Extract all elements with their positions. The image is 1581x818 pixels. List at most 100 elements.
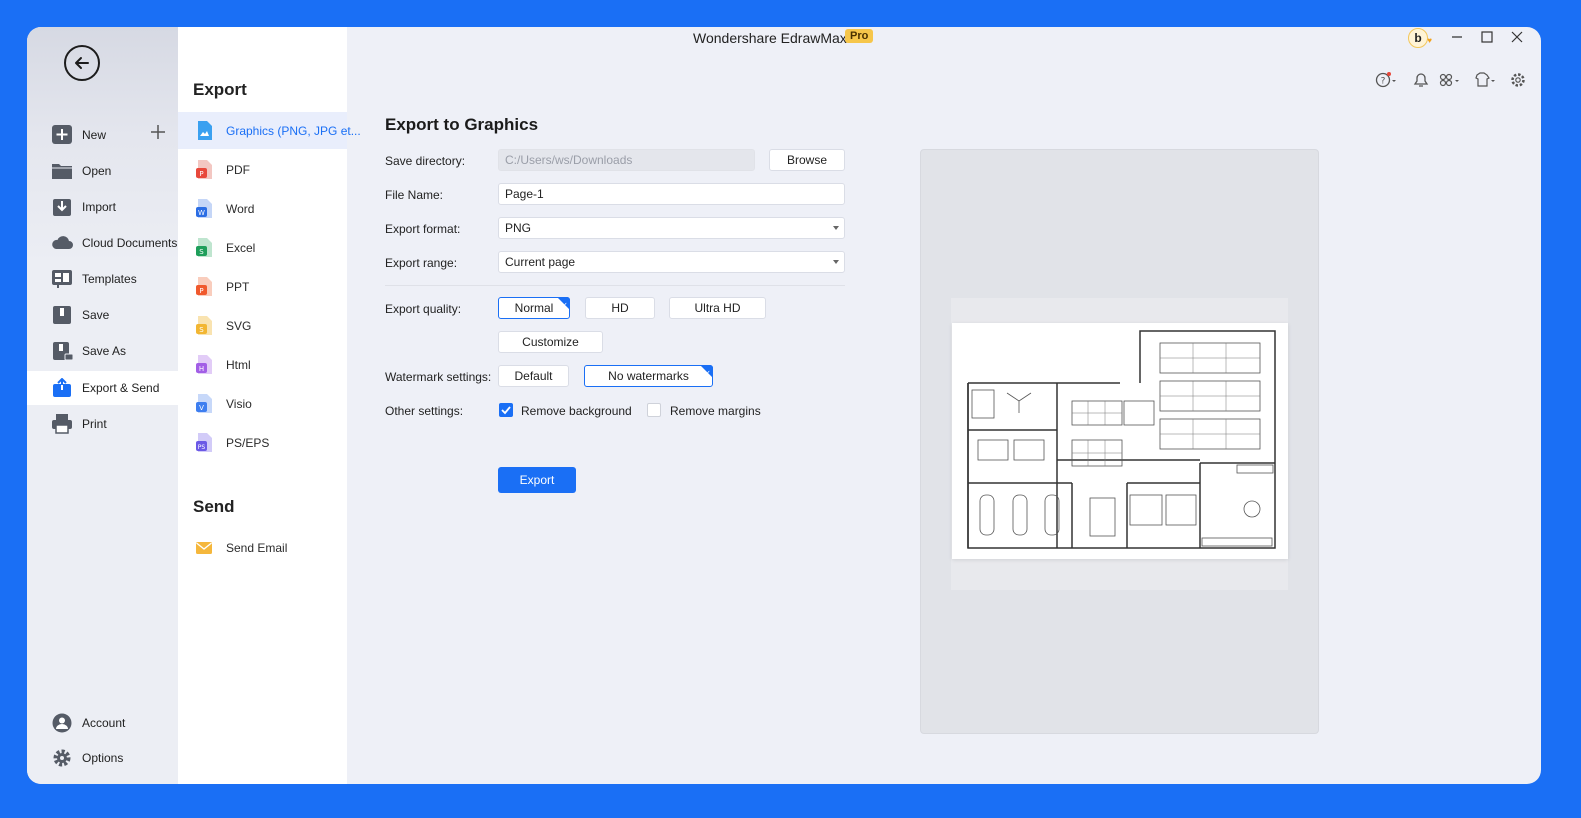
envelope-icon — [196, 542, 212, 554]
customize-button[interactable]: Customize — [498, 331, 603, 353]
avatar[interactable]: b ♥ — [1408, 28, 1432, 48]
no-watermarks-button[interactable]: No watermarks ✓ — [584, 365, 713, 387]
bell-icon[interactable] — [1410, 71, 1432, 89]
format-label: Graphics (PNG, JPG et... — [226, 124, 361, 138]
format-visio[interactable]: V Visio — [178, 385, 347, 422]
format-label: PPT — [226, 280, 250, 294]
format-svg[interactable]: S SVG — [178, 307, 347, 344]
check-icon: ✓ — [704, 369, 711, 378]
format-ppt[interactable]: P PPT — [178, 268, 347, 305]
app-window: New Open Import Cloud Documents Template… — [27, 27, 1541, 784]
export-heading: Export — [193, 80, 247, 99]
pro-badge: Pro — [845, 29, 874, 43]
remove-margins-label: Remove margins — [670, 404, 761, 418]
format-graphics[interactable]: Graphics (PNG, JPG et... — [178, 112, 361, 149]
word-file-icon: W — [196, 199, 212, 218]
html-file-icon: H — [196, 355, 212, 374]
sidebar-item-label: Options — [82, 751, 124, 765]
preview-page — [952, 323, 1288, 559]
add-new-icon[interactable] — [150, 124, 166, 140]
export-format-select[interactable]: PNG — [498, 217, 845, 239]
sidebar-item-label: Export & Send — [82, 381, 160, 395]
check-icon: ✓ — [561, 301, 568, 310]
gear-icon — [53, 749, 71, 767]
sidebar-item-import[interactable]: Import — [27, 190, 178, 224]
watermark-default-button[interactable]: Default — [498, 365, 569, 387]
image-file-icon — [198, 121, 212, 140]
arrow-left-icon — [75, 57, 89, 69]
sidebar-item-open[interactable]: Open — [27, 154, 178, 188]
sidebar-item-export-send[interactable]: Export & Send — [27, 371, 178, 405]
visio-file-icon: V — [196, 394, 212, 413]
quality-option-label: Normal — [514, 301, 554, 315]
quality-normal-button[interactable]: Normal ✓ — [498, 297, 570, 319]
checkmark-icon — [501, 406, 511, 415]
sidebar-item-options[interactable]: Options — [27, 741, 178, 775]
save-icon — [53, 306, 71, 324]
remove-background-label: Remove background — [521, 404, 632, 418]
sidebar-item-save[interactable]: Save — [27, 298, 178, 332]
format-label: Visio — [226, 397, 252, 411]
back-button[interactable] — [64, 45, 100, 81]
ps-file-icon: PS — [196, 433, 212, 452]
printer-icon — [52, 414, 72, 434]
export-quality-label: Export quality: — [385, 302, 462, 316]
pdf-file-icon: P — [196, 160, 212, 179]
svg-text:V: V — [199, 404, 204, 412]
format-ps-eps[interactable]: PS PS/EPS — [178, 424, 347, 461]
save-directory-label: Save directory: — [385, 154, 466, 168]
sidebar-item-label: New — [82, 128, 107, 142]
sidebar-item-label: Cloud Documents — [82, 236, 178, 250]
title-bar: Wondershare EdrawMax Pro — [347, 27, 1541, 67]
svg-text:S: S — [199, 248, 204, 256]
floor-plan-image — [967, 330, 1276, 549]
send-email[interactable]: Send Email — [178, 529, 347, 566]
sidebar-item-cloud-documents[interactable]: Cloud Documents — [27, 226, 178, 260]
browse-button[interactable]: Browse — [769, 149, 845, 171]
help-icon[interactable]: ? — [1375, 71, 1397, 89]
sidebar-item-templates[interactable]: Templates — [27, 262, 178, 296]
settings-gear-icon[interactable] — [1507, 71, 1529, 89]
export-range-label: Export range: — [385, 256, 458, 270]
watermark-option-label: No watermarks — [608, 369, 689, 383]
send-label: Send Email — [226, 541, 288, 555]
sidebar-item-account[interactable]: Account — [27, 706, 178, 740]
sidebar-item-label: Templates — [82, 272, 137, 286]
format-excel[interactable]: S Excel — [178, 229, 347, 266]
quality-ultra-hd-button[interactable]: Ultra HD — [669, 297, 766, 319]
quality-hd-button[interactable]: HD — [585, 297, 655, 319]
account-icon — [52, 713, 72, 733]
file-name-label: File Name: — [385, 188, 444, 202]
format-label: PS/EPS — [226, 436, 270, 450]
format-label: SVG — [226, 319, 252, 333]
excel-file-icon: S — [196, 238, 212, 257]
sidebar: New Open Import Cloud Documents Template… — [27, 27, 178, 784]
file-name-field[interactable]: Page-1 — [498, 183, 845, 205]
apps-grid-icon[interactable] — [1439, 71, 1461, 89]
theme-shirt-icon[interactable] — [1473, 71, 1495, 89]
svg-text:PS: PS — [198, 444, 206, 451]
export-range-select[interactable]: Current page — [498, 251, 845, 273]
sidebar-item-save-as[interactable]: Save As — [27, 334, 178, 368]
sidebar-item-label: Save As — [82, 344, 127, 358]
format-label: Excel — [226, 241, 256, 255]
import-icon — [53, 199, 71, 216]
format-word[interactable]: W Word — [178, 190, 347, 227]
close-icon[interactable] — [1508, 30, 1526, 44]
sidebar-item-label: Account — [82, 716, 126, 730]
format-html[interactable]: H Html — [178, 346, 347, 383]
minimize-icon[interactable] — [1448, 30, 1466, 44]
format-label: Word — [226, 202, 255, 216]
export-format-list: Export Graphics (PNG, JPG et... P PDF W … — [178, 27, 361, 784]
svg-text:?: ? — [1381, 77, 1386, 87]
other-settings-label: Other settings: — [385, 404, 464, 418]
export-button[interactable]: Export — [498, 467, 576, 493]
sidebar-item-print[interactable]: Print — [27, 407, 178, 441]
svg-text:W: W — [198, 209, 205, 217]
maximize-icon[interactable] — [1478, 30, 1496, 44]
remove-background-checkbox[interactable] — [499, 403, 513, 417]
format-pdf[interactable]: P PDF — [178, 151, 347, 188]
format-label: Html — [226, 358, 251, 372]
remove-margins-checkbox[interactable] — [647, 403, 661, 417]
page-title: Export to Graphics — [385, 115, 539, 134]
